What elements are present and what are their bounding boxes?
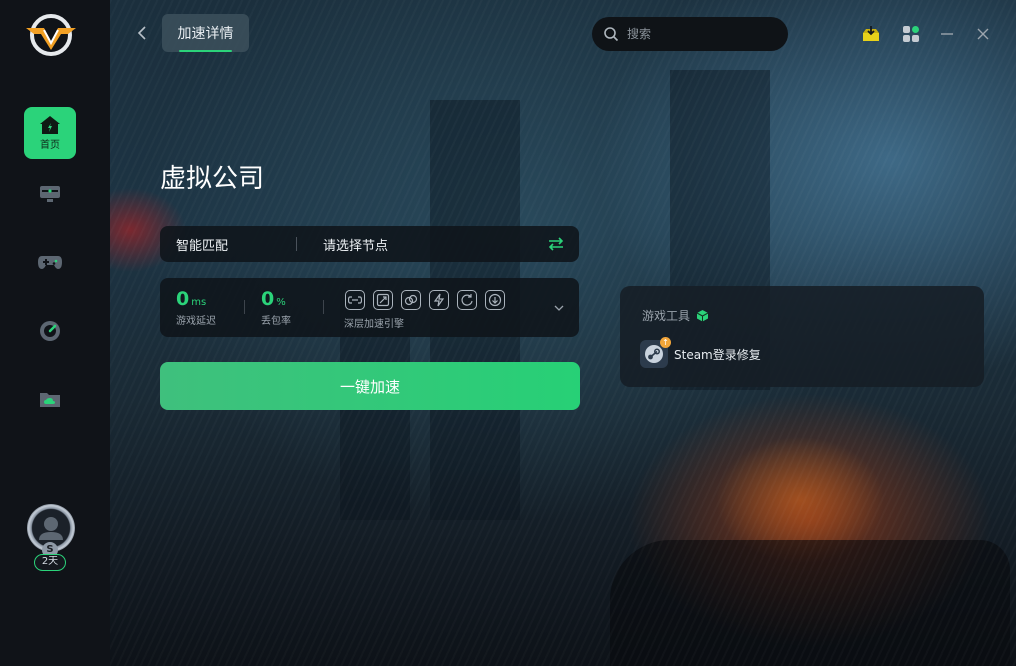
- loss-unit: %: [276, 297, 286, 308]
- download-icon[interactable]: [485, 290, 505, 310]
- tool-label: Steam登录修复: [674, 347, 761, 362]
- cloud-folder-icon: [40, 393, 60, 407]
- tab-accel-details[interactable]: 加速详情: [162, 14, 249, 52]
- sidebar: 首页 S 2天: [0, 0, 110, 666]
- refresh-icon[interactable]: [457, 290, 477, 310]
- game-title: 虚拟公司: [160, 164, 265, 194]
- apps-grid-icon[interactable]: [901, 24, 921, 44]
- app-logo-icon: [26, 14, 76, 56]
- update-badge-icon: ↑: [660, 337, 671, 348]
- download-gift-icon[interactable]: [861, 24, 881, 44]
- route-icon[interactable]: [373, 290, 393, 310]
- sidebar-item-monitor[interactable]: [24, 168, 76, 220]
- back-icon[interactable]: [134, 24, 152, 42]
- search-icon: [604, 27, 619, 42]
- search-input[interactable]: [627, 27, 777, 41]
- engine-label: 深层加速引擎: [344, 319, 404, 330]
- sidebar-item-games[interactable]: [24, 236, 76, 288]
- latency-label: 游戏延迟: [176, 316, 216, 327]
- loss-label: 丢包率: [261, 316, 291, 327]
- lightning-icon[interactable]: [429, 290, 449, 310]
- tools-title: 游戏工具: [642, 309, 691, 323]
- latency-unit: ms: [191, 297, 207, 308]
- home-icon: [40, 116, 60, 134]
- tool-steam-login-fix[interactable]: ↑ Steam登录修复: [640, 337, 761, 368]
- user-avatar[interactable]: S 2天: [24, 504, 78, 574]
- tools-header: 游戏工具: [642, 307, 709, 324]
- search-box[interactable]: [592, 17, 788, 51]
- game-tools-card: 游戏工具 ↑ Steam登录修复: [620, 286, 984, 387]
- node-select[interactable]: 请选择节点: [297, 235, 547, 254]
- bg-vehicle: [610, 540, 1010, 666]
- divider: [244, 300, 245, 314]
- cube-icon: [696, 310, 709, 322]
- close-icon[interactable]: [973, 24, 993, 44]
- stats-panel: 0 ms 游戏延迟 0% 丢包率 深层加速引擎: [160, 278, 579, 337]
- divider: [323, 300, 324, 314]
- node-selector: 智能匹配 请选择节点: [160, 226, 579, 262]
- monitor-icon: [40, 186, 60, 202]
- latency-stat: 0 ms 游戏延迟: [176, 288, 216, 327]
- switch-arrows-icon[interactable]: [547, 235, 565, 253]
- chain-icon[interactable]: [401, 290, 421, 310]
- loss-value: 0: [261, 288, 275, 310]
- gamepad-icon: [38, 256, 62, 269]
- sidebar-item-label: 首页: [40, 140, 60, 151]
- speedometer-icon: [40, 321, 60, 341]
- one-click-accelerate-button[interactable]: 一键加速: [160, 362, 580, 410]
- link-icon[interactable]: [345, 290, 365, 310]
- chevron-down-icon[interactable]: [552, 301, 566, 315]
- latency-value: 0: [176, 288, 190, 310]
- sidebar-item-cloud[interactable]: [24, 373, 76, 425]
- packet-loss-stat: 0% 丢包率: [261, 288, 291, 327]
- sidebar-item-speedtest[interactable]: [24, 305, 76, 357]
- engine-icons: [345, 290, 505, 310]
- sidebar-item-home[interactable]: 首页: [24, 107, 76, 159]
- smart-match-mode[interactable]: 智能匹配: [160, 235, 296, 254]
- membership-days-badge: 2天: [34, 554, 66, 571]
- steam-icon: ↑: [640, 337, 671, 368]
- minimize-icon[interactable]: [937, 24, 957, 44]
